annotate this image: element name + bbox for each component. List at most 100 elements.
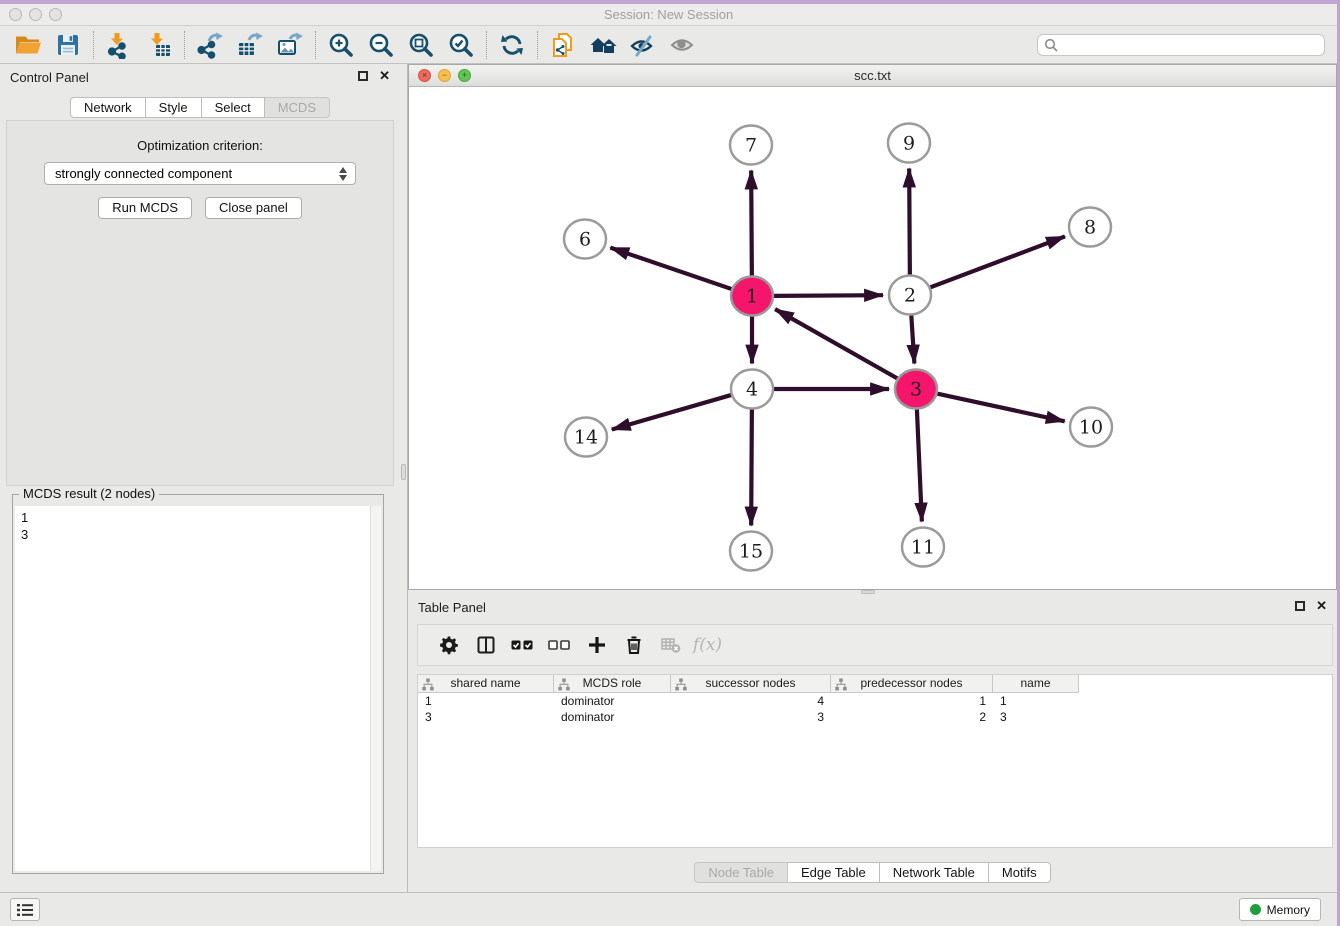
zoom-fit-icon[interactable] bbox=[401, 28, 441, 62]
network-graph: 7 9 6 8 1 2 4 3 14 10 15 11 bbox=[409, 87, 1336, 589]
table-row[interactable]: 3dominator323 bbox=[418, 709, 1332, 725]
float-panel-icon[interactable] bbox=[1295, 601, 1305, 611]
export-image-icon[interactable] bbox=[270, 28, 310, 62]
tab-style[interactable]: Style bbox=[146, 97, 202, 118]
float-panel-icon[interactable] bbox=[358, 71, 368, 81]
graph-node[interactable]: 8 bbox=[1069, 208, 1111, 247]
graph-edge[interactable] bbox=[774, 295, 883, 296]
tab-mcds[interactable]: MCDS bbox=[265, 97, 330, 118]
graph-edge[interactable] bbox=[917, 409, 922, 521]
close-panel-button[interactable]: Close panel bbox=[205, 197, 302, 219]
show-all-panels-icon[interactable] bbox=[583, 28, 623, 62]
close-window-button[interactable] bbox=[9, 8, 22, 21]
run-mcds-button[interactable]: Run MCDS bbox=[98, 197, 192, 219]
graph-node[interactable]: 15 bbox=[730, 532, 772, 571]
refresh-icon[interactable] bbox=[492, 28, 532, 62]
node-table-body: 1dominator4113dominator323 bbox=[418, 693, 1332, 725]
delete-table-icon[interactable] bbox=[652, 630, 689, 660]
select-all-icon[interactable] bbox=[504, 630, 541, 660]
show-column-icon[interactable] bbox=[467, 630, 504, 660]
delete-column-icon[interactable] bbox=[615, 630, 652, 660]
column-header[interactable]: MCDS role bbox=[554, 675, 671, 693]
table-cell: dominator bbox=[554, 709, 671, 725]
graph-edge[interactable] bbox=[751, 170, 752, 275]
show-hidden-icon[interactable] bbox=[663, 28, 703, 62]
tab-motifs[interactable]: Motifs bbox=[989, 862, 1051, 883]
mcds-result-text[interactable]: 13 bbox=[15, 506, 381, 871]
search-field[interactable] bbox=[1037, 34, 1325, 56]
save-session-icon[interactable] bbox=[48, 28, 88, 62]
table-panel-title: Table Panel bbox=[418, 600, 486, 615]
toolbar-separator bbox=[315, 31, 316, 59]
graph-node[interactable]: 3 bbox=[895, 370, 937, 409]
graph-edge[interactable] bbox=[930, 236, 1065, 287]
search-input[interactable] bbox=[1058, 36, 1324, 54]
network-canvas[interactable]: 7 9 6 8 1 2 4 3 14 10 15 11 bbox=[409, 87, 1336, 589]
graph-node-label: 11 bbox=[911, 537, 935, 559]
column-header[interactable]: successor nodes bbox=[671, 675, 831, 693]
zoom-selected-icon[interactable] bbox=[441, 28, 481, 62]
tab-node-table[interactable]: Node Table bbox=[694, 862, 788, 883]
tab-select[interactable]: Select bbox=[202, 97, 265, 118]
import-table-icon[interactable] bbox=[139, 28, 179, 62]
graph-edge[interactable] bbox=[937, 394, 1064, 422]
export-table-icon[interactable] bbox=[230, 28, 270, 62]
result-scrollbar[interactable] bbox=[370, 506, 381, 871]
graph-node[interactable]: 2 bbox=[889, 276, 931, 315]
minimize-window-button[interactable] bbox=[29, 8, 42, 21]
graph-edge[interactable] bbox=[751, 409, 752, 525]
memory-button[interactable]: Memory bbox=[1239, 898, 1321, 921]
mcds-panel: Optimization criterion: strongly connect… bbox=[6, 120, 394, 486]
column-header-label: name bbox=[1020, 676, 1050, 690]
graph-node[interactable]: 9 bbox=[888, 124, 930, 163]
graph-edge[interactable] bbox=[610, 248, 731, 289]
tab-network-table[interactable]: Network Table bbox=[880, 862, 989, 883]
network-minimize-button[interactable]: − bbox=[438, 69, 451, 82]
add-column-icon[interactable] bbox=[578, 630, 615, 660]
graph-edge[interactable] bbox=[911, 315, 914, 363]
graph-edge[interactable] bbox=[775, 309, 897, 378]
close-panel-icon[interactable]: ✕ bbox=[1316, 600, 1327, 612]
close-panel-icon[interactable]: ✕ bbox=[379, 70, 390, 82]
search-icon bbox=[1044, 38, 1058, 52]
graph-node-label: 10 bbox=[1079, 417, 1103, 439]
deselect-all-icon[interactable] bbox=[541, 630, 578, 660]
table-cell: 2 bbox=[831, 709, 993, 725]
graph-node[interactable]: 4 bbox=[731, 370, 773, 409]
list-icon bbox=[16, 903, 34, 917]
clone-network-icon[interactable] bbox=[543, 28, 583, 62]
column-header[interactable]: name bbox=[993, 675, 1079, 693]
tab-edge-table[interactable]: Edge Table bbox=[788, 862, 880, 883]
table-settings-icon[interactable] bbox=[430, 630, 467, 660]
graph-node-label: 9 bbox=[903, 133, 915, 155]
hide-selected-icon[interactable] bbox=[623, 28, 663, 62]
import-network-icon[interactable] bbox=[99, 28, 139, 62]
main-toolbar bbox=[0, 26, 1337, 64]
graph-node[interactable]: 1 bbox=[731, 277, 773, 316]
criterion-label: Optimization criterion: bbox=[7, 138, 393, 153]
graph-node[interactable]: 14 bbox=[565, 418, 607, 457]
task-history-button[interactable] bbox=[10, 898, 40, 921]
memory-label: Memory bbox=[1267, 903, 1310, 917]
open-file-icon[interactable] bbox=[8, 28, 48, 62]
splitter-handle[interactable] bbox=[401, 464, 406, 480]
graph-edge[interactable] bbox=[909, 168, 910, 274]
graph-node[interactable]: 6 bbox=[564, 220, 606, 259]
apply-function-icon[interactable]: f(x) bbox=[689, 630, 726, 660]
vertical-splitter[interactable] bbox=[400, 64, 408, 892]
graph-edge[interactable] bbox=[612, 395, 731, 429]
zoom-out-icon[interactable] bbox=[361, 28, 401, 62]
network-zoom-button[interactable]: + bbox=[458, 69, 471, 82]
graph-node[interactable]: 11 bbox=[902, 528, 944, 567]
table-row[interactable]: 1dominator411 bbox=[418, 693, 1332, 709]
tab-network[interactable]: Network bbox=[70, 97, 146, 118]
zoom-window-button[interactable] bbox=[49, 8, 62, 21]
graph-node[interactable]: 10 bbox=[1070, 408, 1112, 447]
export-network-icon[interactable] bbox=[190, 28, 230, 62]
graph-node[interactable]: 7 bbox=[730, 126, 772, 165]
column-header[interactable]: predecessor nodes bbox=[831, 675, 993, 693]
zoom-in-icon[interactable] bbox=[321, 28, 361, 62]
criterion-select[interactable]: strongly connected component bbox=[44, 162, 356, 185]
network-close-button[interactable]: × bbox=[418, 69, 431, 82]
column-header[interactable]: shared name bbox=[418, 675, 554, 693]
